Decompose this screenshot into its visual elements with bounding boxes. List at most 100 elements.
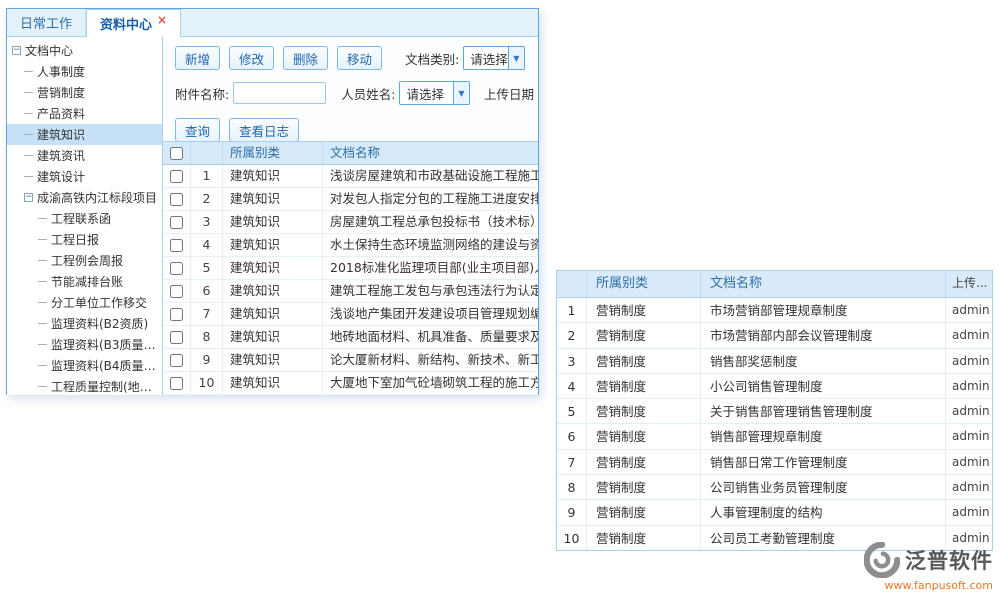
person-name-select[interactable]: 请选择 ▼ — [399, 81, 470, 105]
table-row[interactable]: 10建筑知识大厦地下室加气砼墙砌筑工程的施工方... — [163, 372, 538, 395]
table-row[interactable]: 2建筑知识对发包人指定分包的工程施工进度安排... — [163, 188, 538, 211]
row-checkbox[interactable] — [170, 193, 183, 206]
sidebar-item-label: 营销制度 — [37, 84, 85, 101]
table-row[interactable]: 7建筑知识浅谈地产集团开发建设项目管理规划编... — [163, 303, 538, 326]
row-checkbox[interactable] — [170, 239, 183, 252]
row-checkbox[interactable] — [170, 170, 183, 183]
tab-label: 日常工作 — [20, 13, 72, 32]
row-category: 建筑知识 — [223, 280, 323, 302]
marketing-docs-table: 所属别类 文档名称 上传... 1营销制度市场营销部管理规章制度admin2营销… — [556, 270, 993, 551]
add-button[interactable]: 新增 — [175, 46, 220, 70]
row-number: 6 — [191, 280, 223, 302]
table-row[interactable]: 8建筑知识地砖地面材料、机具准备、质量要求及... — [163, 326, 538, 349]
row-uploader: admin — [946, 424, 992, 448]
sidebar-item-label: 建筑知识 — [37, 126, 85, 143]
row-checkbox[interactable] — [170, 285, 183, 298]
row-checkbox[interactable] — [170, 377, 183, 390]
table-row[interactable]: 9营销制度人事管理制度的结构admin — [557, 500, 992, 525]
row-checkbox[interactable] — [170, 308, 183, 321]
tree-connector-line — [38, 344, 47, 345]
table-row[interactable]: 3营销制度销售部奖惩制度admin — [557, 349, 992, 374]
sidebar-tree-item[interactable]: 人事制度 — [7, 61, 162, 82]
sidebar-tree-item[interactable]: 监理资料(B4质量控制) — [7, 355, 162, 376]
table-row[interactable]: 4营销制度小公司销售管理制度admin — [557, 374, 992, 399]
row-checkbox-cell — [163, 257, 191, 279]
sidebar-tree-item[interactable]: 营销制度 — [7, 82, 162, 103]
table-row[interactable]: 8营销制度公司销售业务员管理制度admin — [557, 475, 992, 500]
table-row[interactable]: 1营销制度市场营销部管理规章制度admin — [557, 298, 992, 323]
view-log-button[interactable]: 查看日志 — [229, 118, 299, 142]
table-row[interactable]: 1建筑知识浅谈房屋建筑和市政基础设施工程施工... — [163, 165, 538, 188]
sidebar-tree-item[interactable]: 工程日报 — [7, 229, 162, 250]
table-row[interactable]: 3建筑知识房屋建筑工程总承包投标书（技术标）... — [163, 211, 538, 234]
delete-button[interactable]: 删除 — [283, 46, 328, 70]
sidebar-tree-item[interactable]: 工程例会周报 — [7, 250, 162, 271]
chevron-down-icon: ▼ — [508, 47, 524, 69]
tree-connector-line — [38, 302, 47, 303]
row-doc-name: 房屋建筑工程总承包投标书（技术标）... — [323, 211, 538, 233]
table-row[interactable]: 5建筑知识2018标准化监理项目部(业主项目部)人员... — [163, 257, 538, 280]
attachment-name-input[interactable] — [233, 82, 326, 104]
row-doc-name: 地砖地面材料、机具准备、质量要求及... — [323, 326, 538, 348]
table-row[interactable]: 7营销制度销售部日常工作管理制度admin — [557, 450, 992, 475]
sidebar-tree-item[interactable]: 节能减排台账 — [7, 271, 162, 292]
row-doc-name: 市场营销部管理规章制度 — [701, 298, 946, 322]
doc-name-header: 文档名称 — [701, 271, 946, 297]
select-all-checkbox[interactable] — [170, 147, 183, 160]
row-category: 建筑知识 — [223, 349, 323, 371]
sidebar-item-label: 监理资料(B4质量控制) — [51, 357, 162, 374]
sidebar-item-label: 监理资料(B3质量控制) — [51, 336, 162, 353]
modify-button[interactable]: 修改 — [229, 46, 274, 70]
number-header — [557, 271, 587, 297]
sidebar-item-label: 文档中心 — [25, 42, 73, 59]
document-table: 所属别类 文档名称 1建筑知识浅谈房屋建筑和市政基础设施工程施工...2建筑知识… — [163, 141, 538, 395]
sidebar-tree-item[interactable]: −文档中心 — [7, 40, 162, 61]
row-doc-name: 大厦地下室加气砼墙砌筑工程的施工方... — [323, 372, 538, 394]
sidebar-tree-item[interactable]: 建筑设计 — [7, 166, 162, 187]
table-row[interactable]: 4建筑知识水土保持生态环境监测网络的建设与资... — [163, 234, 538, 257]
row-uploader: admin — [946, 349, 992, 373]
table-row[interactable]: 6营销制度销售部管理规章制度admin — [557, 424, 992, 449]
sidebar-tree-item[interactable]: 分工单位工作移交 — [7, 292, 162, 313]
row-uploader: admin — [946, 500, 992, 524]
tab-data-center[interactable]: 资料中心 × — [86, 9, 181, 37]
tree-connector-line — [24, 176, 33, 177]
tree-connector-line — [24, 134, 33, 135]
row-category: 建筑知识 — [223, 326, 323, 348]
row-category: 建筑知识 — [223, 372, 323, 394]
sidebar-tree-item[interactable]: 建筑资讯 — [7, 145, 162, 166]
table-row[interactable]: 9建筑知识论大厦新材料、新结构、新技术、新工... — [163, 349, 538, 372]
row-checkbox[interactable] — [170, 331, 183, 344]
row-checkbox[interactable] — [170, 354, 183, 367]
sidebar-tree-item[interactable]: 产品资料 — [7, 103, 162, 124]
row-category: 建筑知识 — [223, 165, 323, 187]
row-number: 8 — [557, 475, 587, 499]
row-checkbox[interactable] — [170, 262, 183, 275]
row-number: 10 — [191, 372, 223, 394]
sidebar-tree-item[interactable]: 监理资料(B3质量控制) — [7, 334, 162, 355]
collapse-icon[interactable]: − — [24, 193, 33, 202]
sidebar-tree-item[interactable]: 工程联系函 — [7, 208, 162, 229]
doc-type-select[interactable]: 请选择 ▼ — [463, 46, 525, 70]
sidebar-tree-item[interactable]: 工程质量控制(地下室) — [7, 376, 162, 395]
row-category: 营销制度 — [587, 349, 701, 373]
table-row[interactable]: 5营销制度关于销售部管理销售管理制度admin — [557, 399, 992, 424]
row-doc-name: 市场营销部内部会议管理制度 — [701, 323, 946, 347]
row-number: 2 — [191, 188, 223, 210]
collapse-icon[interactable]: − — [12, 46, 21, 55]
table-row[interactable]: 2营销制度市场营销部内部会议管理制度admin — [557, 323, 992, 348]
row-number: 4 — [191, 234, 223, 256]
move-button[interactable]: 移动 — [337, 46, 382, 70]
sidebar-tree-item[interactable]: −成渝高铁内江标段项目 — [7, 187, 162, 208]
row-checkbox[interactable] — [170, 216, 183, 229]
tab-daily-work[interactable]: 日常工作 — [7, 9, 86, 36]
table-row[interactable]: 6建筑知识建筑工程施工发包与承包违法行为认定... — [163, 280, 538, 303]
tree-connector-line — [38, 323, 47, 324]
sidebar-item-label: 成渝高铁内江标段项目 — [37, 189, 157, 206]
close-icon[interactable]: × — [157, 14, 167, 26]
query-button[interactable]: 查询 — [175, 118, 220, 142]
row-number: 7 — [557, 450, 587, 474]
sidebar-tree-item[interactable]: 监理资料(B2资质) — [7, 313, 162, 334]
row-category: 营销制度 — [587, 450, 701, 474]
sidebar-tree-item[interactable]: 建筑知识 — [7, 124, 162, 145]
